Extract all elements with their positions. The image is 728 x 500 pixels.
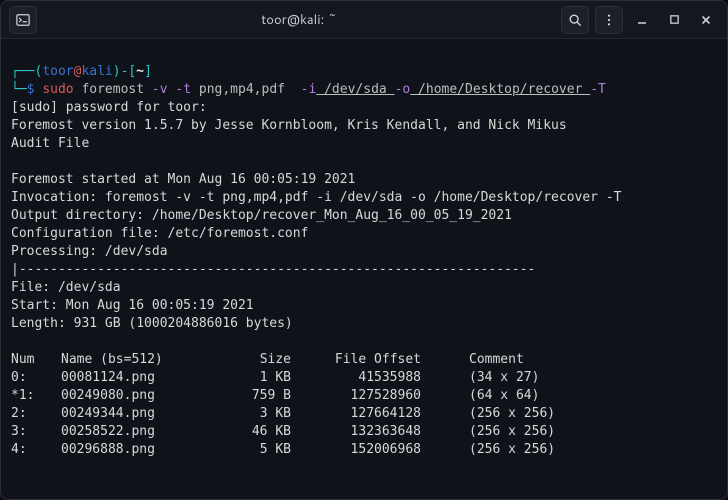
header-offset: File Offset (321, 351, 451, 369)
audit-file-line: Audit File (11, 136, 89, 151)
terminal-window: toor@kali: ~ ┌──(toor@kali)- (0, 0, 728, 500)
recovered-files-table: Num Name (bs=512) Size File Offset Comme… (11, 351, 555, 459)
file-line: File: /dev/sda (11, 280, 121, 295)
start-time-line: Start: Mon Aug 16 00:05:19 2021 (11, 298, 254, 313)
prompt-line-1: ┌──(toor@kali)-[~] (11, 64, 152, 79)
terminal-output[interactable]: ┌──(toor@kali)-[~] └─$ sudo foremost -v … (1, 39, 727, 499)
processing-line: Processing: /dev/sda (11, 244, 168, 259)
invocation-line: Invocation: foremost -v -t png,mp4,pdf -… (11, 190, 621, 205)
separator-line: |---------------------------------------… (11, 262, 535, 277)
table-header-row: Num Name (bs=512) Size File Offset Comme… (11, 351, 555, 369)
titlebar: toor@kali: ~ (1, 1, 727, 39)
table-row: 3: 00258522.png 46 KB 132363648 (256 x 2… (11, 423, 555, 441)
table-row: 4: 00296888.png 5 KB 152006968 (256 x 25… (11, 441, 555, 459)
length-line: Length: 931 GB (1000204886016 bytes) (11, 316, 293, 331)
prompt-line-2: └─$ sudo foremost -v -t png,mp4,pdf -i /… (11, 82, 606, 97)
header-name: Name (bs=512) (61, 351, 231, 369)
config-file-line: Configuration file: /etc/foremost.conf (11, 226, 308, 241)
table-row: 0: 00081124.png 1 KB 41535988 (34 x 27) (11, 369, 555, 387)
table-row: *1: 00249080.png 759 B 127528960 (64 x 6… (11, 387, 555, 405)
window-title: toor@kali: ~ (43, 11, 555, 29)
foremost-version-line: Foremost version 1.5.7 by Jesse Kornbloo… (11, 118, 567, 133)
header-comment: Comment (451, 351, 555, 369)
minimize-icon[interactable] (629, 8, 655, 32)
table-row: 2: 00249344.png 3 KB 127664128 (256 x 25… (11, 405, 555, 423)
kebab-menu-icon[interactable] (595, 6, 623, 34)
search-icon[interactable] (561, 6, 589, 34)
header-size: Size (231, 351, 321, 369)
header-num: Num (11, 351, 61, 369)
terminal-app-icon[interactable] (9, 6, 37, 34)
close-icon[interactable] (693, 8, 719, 32)
maximize-icon[interactable] (661, 8, 687, 32)
output-directory-line: Output directory: /home/Desktop/recover_… (11, 208, 512, 223)
started-line: Foremost started at Mon Aug 16 00:05:19 … (11, 172, 355, 187)
sudo-password-line: [sudo] password for toor: (11, 100, 207, 115)
